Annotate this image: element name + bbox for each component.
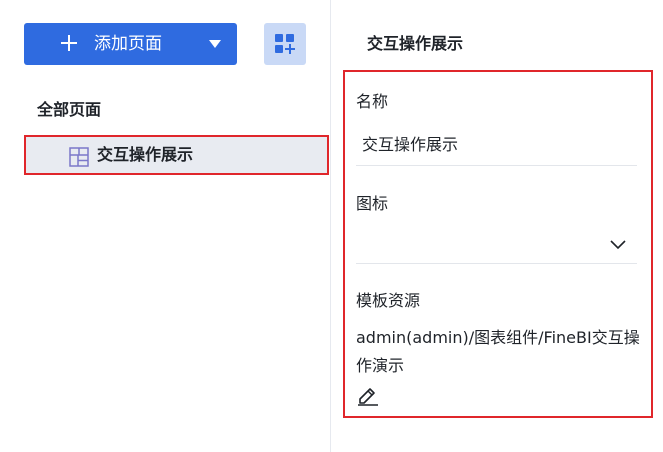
properties-panel: 交互操作展示 名称 交互操作展示 图标 模板资源 admin(admin)/图表… [331, 0, 663, 452]
name-input[interactable]: 交互操作展示 [362, 134, 458, 156]
page-item-interactive-demo[interactable]: 交互操作展示 [24, 135, 329, 175]
add-component-button[interactable] [264, 23, 306, 65]
page-properties-box: 名称 交互操作展示 图标 模板资源 admin(admin)/图表组件/Fine… [343, 70, 653, 418]
icon-select[interactable] [356, 227, 637, 263]
caret-down-icon[interactable] [209, 40, 221, 48]
dashboard-layout-icon [69, 147, 89, 167]
panel-title: 交互操作展示 [367, 34, 464, 53]
chevron-down-icon [610, 240, 626, 250]
page-sidebar: 添加页面 全部页面 交互操作展示 [0, 0, 330, 452]
icon-select-underline [356, 263, 637, 264]
add-page-button[interactable]: 添加页面 [24, 23, 237, 65]
name-label: 名称 [356, 92, 389, 111]
page-item-label: 交互操作展示 [97, 145, 194, 164]
name-input-underline [356, 165, 637, 166]
icon-label: 图标 [356, 194, 389, 213]
template-resource-path: admin(admin)/图表组件/FineBI交互操作演示 [356, 328, 640, 375]
edit-icon[interactable] [357, 386, 379, 406]
template-resource-label: 模板资源 [356, 291, 421, 310]
add-page-label: 添加页面 [94, 34, 162, 54]
grid-add-icon [275, 34, 295, 54]
plus-icon [61, 35, 77, 51]
all-pages-heading: 全部页面 [37, 100, 102, 119]
